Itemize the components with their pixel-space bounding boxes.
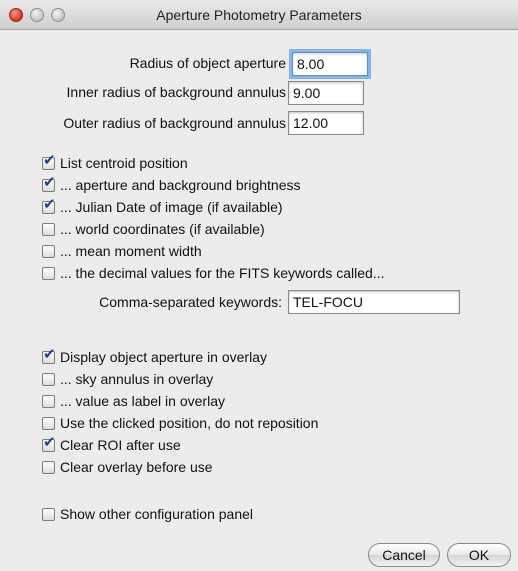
checkbox-box[interactable]: ✔ (42, 435, 56, 452)
moment-width-checkbox[interactable]: ... mean moment width (42, 241, 202, 261)
inner-annulus-input[interactable] (288, 81, 364, 105)
checkbox-label: List centroid position (60, 155, 188, 171)
checkbox-label: Display object aperture in overlay (60, 349, 267, 365)
checkbox-label: ... world coordinates (if available) (60, 221, 265, 237)
aperture-radius-input[interactable] (292, 52, 368, 76)
dialog-window: Aperture Photometry Parameters Radius of… (0, 0, 518, 571)
checkbox-box[interactable] (42, 507, 55, 521)
world-coordinates-checkbox[interactable]: ... world coordinates (if available) (42, 219, 265, 239)
checkbox-box[interactable] (42, 394, 55, 408)
keywords-label: Comma-separated keywords: (99, 294, 282, 310)
checkbox-label: Clear overlay before use (60, 459, 213, 475)
outer-annulus-label: Outer radius of background annulus (63, 115, 286, 131)
fits-keywords-checkbox[interactable]: ... the decimal values for the FITS keyw… (42, 263, 384, 283)
cancel-button[interactable]: Cancel (368, 543, 440, 567)
display-aperture-overlay-checkbox[interactable]: ✔ Display object aperture in overlay (42, 347, 267, 367)
checkbox-label: Use the clicked position, do not reposit… (60, 415, 319, 431)
checkbox-box[interactable] (42, 416, 55, 430)
checkmark-icon: ✔ (43, 345, 56, 363)
brightness-checkbox[interactable]: ✔ ... aperture and background brightness (42, 175, 301, 195)
outer-annulus-input[interactable] (288, 111, 364, 135)
value-label-overlay-checkbox[interactable]: ... value as label in overlay (42, 391, 225, 411)
title-bar[interactable]: Aperture Photometry Parameters (0, 0, 518, 30)
clear-overlay-checkbox[interactable]: Clear overlay before use (42, 457, 213, 477)
checkmark-icon: ✔ (43, 433, 56, 451)
checkbox-label: Show other configuration panel (60, 506, 254, 522)
ok-button[interactable]: OK (447, 543, 511, 567)
no-reposition-checkbox[interactable]: Use the clicked position, do not reposit… (42, 413, 318, 433)
keywords-input[interactable] (288, 290, 460, 314)
checkbox-box[interactable] (42, 266, 55, 280)
checkbox-box[interactable]: ✔ (42, 175, 56, 192)
checkmark-icon: ✔ (43, 173, 56, 191)
checkbox-label: ... value as label in overlay (60, 393, 225, 409)
window-title: Aperture Photometry Parameters (156, 7, 362, 23)
sky-annulus-overlay-checkbox[interactable]: ... sky annulus in overlay (42, 369, 213, 389)
checkbox-box[interactable] (42, 460, 55, 474)
list-centroid-checkbox[interactable]: ✔ List centroid position (42, 153, 188, 173)
checkmark-icon: ✔ (43, 151, 56, 169)
checkmark-icon: ✔ (43, 195, 56, 213)
checkbox-box[interactable]: ✔ (42, 197, 56, 214)
clear-roi-checkbox[interactable]: ✔ Clear ROI after use (42, 435, 181, 455)
julian-date-checkbox[interactable]: ✔ ... Julian Date of image (if available… (42, 197, 283, 217)
inner-annulus-label: Inner radius of background annulus (66, 84, 286, 100)
show-other-panel-checkbox[interactable]: Show other configuration panel (42, 504, 253, 524)
checkbox-label: ... the decimal values for the FITS keyw… (60, 265, 385, 281)
checkbox-label: ... sky annulus in overlay (60, 371, 214, 387)
checkbox-box[interactable] (42, 222, 55, 236)
checkbox-box[interactable] (42, 244, 55, 258)
checkbox-box[interactable]: ✔ (42, 347, 56, 364)
checkbox-label: Clear ROI after use (60, 437, 181, 453)
checkbox-label: ... mean moment width (60, 243, 202, 259)
checkbox-label: ... aperture and background brightness (60, 177, 301, 193)
aperture-radius-label: Radius of object aperture (129, 55, 286, 71)
checkbox-box[interactable] (42, 372, 55, 386)
checkbox-box[interactable]: ✔ (42, 153, 56, 170)
checkbox-label: ... Julian Date of image (if available) (60, 199, 283, 215)
